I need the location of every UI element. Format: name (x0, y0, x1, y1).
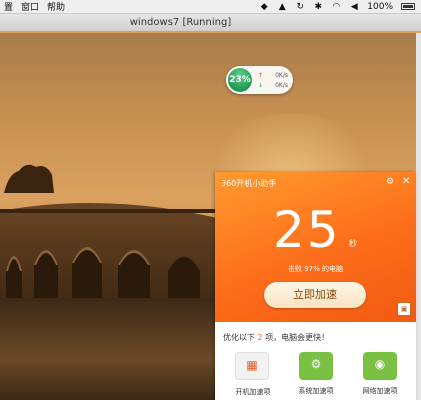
network-icon: ◉ (374, 357, 386, 371)
memory-usage-indicator[interactable]: 23% (227, 67, 253, 93)
system-items-label: 系统加速项 (298, 387, 334, 395)
qq-penguin-icon[interactable]: ◆ (259, 2, 269, 12)
startup-icon: ▦ (246, 358, 258, 372)
vm-window-title: windows7 [Running] (129, 17, 232, 28)
download-speed: ↓ 0K/s (258, 82, 288, 89)
menu-list: 置 窗口 帮助 (0, 0, 65, 13)
lock-icon[interactable]: ▲ (277, 2, 287, 12)
menu-item-help[interactable]: 帮助 (47, 0, 65, 13)
startup-items-label: 开机加速项 (235, 388, 271, 396)
optimize-prefix: 优化以下 (223, 333, 255, 342)
download-speed-value: 0K/s (275, 82, 288, 89)
settings-gear-icon[interactable]: ⚙ (386, 177, 394, 187)
vm-window-titlebar: windows7 [Running] (0, 14, 421, 32)
optimize-count: 2 (257, 333, 263, 342)
upload-arrow-icon: ↑ (258, 72, 264, 79)
system-icon: ⚙ (310, 357, 322, 371)
upload-speed: ↑ 0K/s (258, 72, 288, 79)
boot-time-unit: 秒 (349, 239, 357, 248)
boot-time-seconds: 25 (273, 201, 341, 259)
upload-speed-value: 0K/s (275, 72, 288, 79)
startup-items-tile[interactable]: ▦ 开机加速项 (235, 352, 271, 396)
download-arrow-icon: ↓ (258, 82, 264, 89)
bluetooth-icon[interactable]: ✱ (313, 2, 323, 12)
optimize-summary: 优化以下 2 项，电脑会更快！ (223, 332, 329, 343)
boot-assistant-panel: 360开机小助手 ⚙ ✕ 25 秒 击败 97% 的电脑 立即加速 ▣ 优化以下… (215, 172, 416, 400)
battery-icon[interactable] (401, 3, 415, 10)
menu-item-window[interactable]: 窗口 (21, 0, 39, 13)
network-items-label: 网络加速项 (362, 387, 398, 395)
panel-title: 360开机小助手 (221, 179, 277, 188)
system-items-tile[interactable]: ⚙ 系统加速项 (299, 352, 334, 395)
volume-icon[interactable]: ◀ (349, 2, 359, 12)
network-items-tile[interactable]: ◉ 网络加速项 (363, 352, 398, 395)
window-edge (416, 33, 421, 400)
minimize-to-tray-icon[interactable]: ▣ (397, 302, 411, 316)
bridge-image (0, 203, 230, 311)
optimize-suffix: 项，电脑会更快！ (265, 333, 330, 342)
wifi-icon[interactable]: ◠ (331, 2, 341, 12)
status-area: ◆ ▲ ↻ ✱ ◠ ◀ 100% (259, 2, 421, 12)
speed-ball-widget[interactable]: 23% ↑ 0K/s ↓ 0K/s (226, 66, 293, 94)
beat-percentage-text: 击败 97% 的电脑 (287, 265, 343, 273)
accelerate-now-button[interactable]: 立即加速 (264, 282, 366, 308)
trees-silhouette (4, 164, 54, 193)
menu-item-settings[interactable]: 置 (4, 0, 13, 13)
time-machine-icon[interactable]: ↻ (295, 2, 305, 12)
battery-percent[interactable]: 100% (367, 2, 393, 12)
close-icon[interactable]: ✕ (402, 176, 410, 187)
menu-bar: 置 窗口 帮助 ◆ ▲ ↻ ✱ ◠ ◀ 100% (0, 0, 421, 14)
panel-header: 360开机小助手 ⚙ ✕ 25 秒 击败 97% 的电脑 立即加速 ▣ (215, 172, 416, 322)
